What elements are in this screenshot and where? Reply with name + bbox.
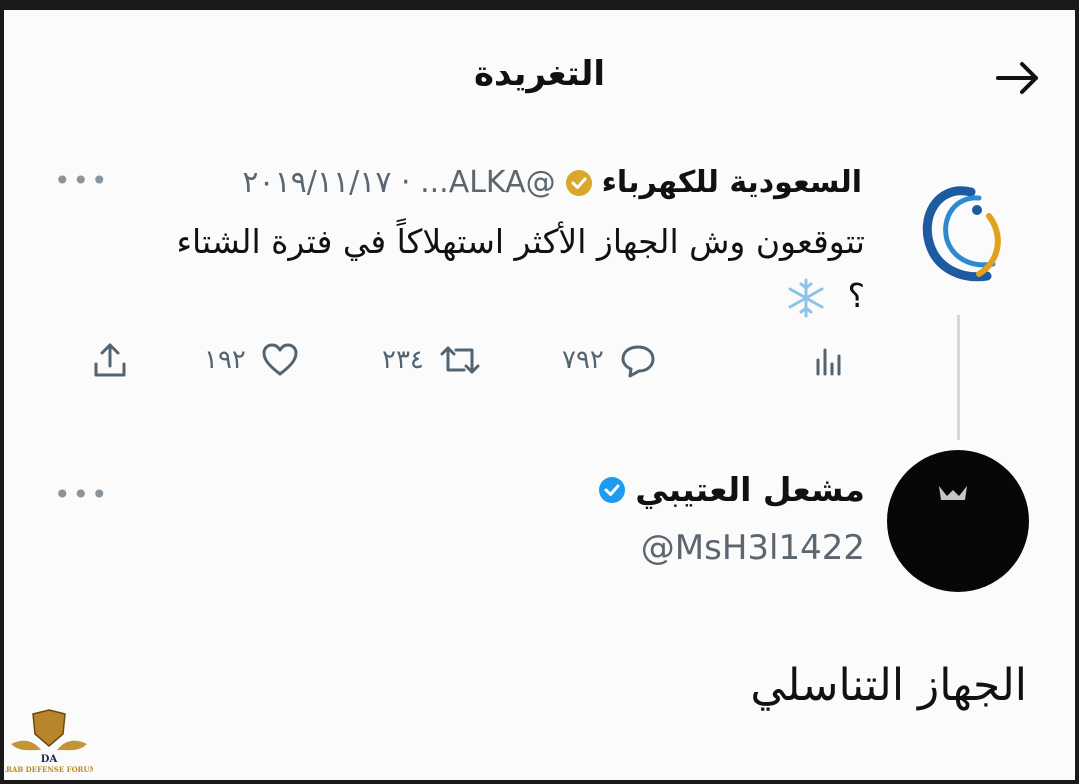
- like-count: ١٩٢: [204, 345, 246, 375]
- retweet-icon: [440, 346, 480, 374]
- back-button[interactable]: [990, 54, 1046, 102]
- tweet-header: السعودية للكهرباء @ALKA... · ٢٠١٩/١١/١٧: [242, 160, 862, 205]
- heart-icon: [262, 343, 298, 376]
- tweet-text: تتوقعون وش الجهاز الأكثر استهلاكاً في فت…: [165, 215, 865, 323]
- reply-handle[interactable]: @MsH3l1422: [641, 528, 865, 568]
- reply-author: مشعل العتيبي: [589, 470, 865, 509]
- tweet-screen: التغريدة السعودية للكهرباء @ALKA... · ٢٠…: [4, 10, 1075, 780]
- watermark-initials: DA: [41, 754, 58, 765]
- retweet-count: ٢٣٤: [382, 345, 424, 375]
- page-title: التغريدة: [473, 54, 606, 94]
- author-name[interactable]: السعودية للكهرباء: [602, 165, 862, 200]
- top-bar: التغريدة: [4, 10, 1075, 130]
- reply-author-name[interactable]: مشعل العتيبي: [635, 470, 865, 509]
- share-icon: [94, 343, 126, 377]
- forum-watermark: DA ARAB DEFENSE FORUM: [0, 700, 98, 780]
- forum-logo: DA ARAB DEFENSE FORUM: [0, 709, 98, 774]
- arrow-right-icon: [996, 62, 1038, 94]
- reply-avatar[interactable]: [887, 450, 1029, 592]
- company-logo-icon: [922, 186, 1001, 282]
- retweet-button[interactable]: ٢٣٤: [382, 340, 482, 380]
- analytics-icon: [816, 348, 841, 376]
- more-options-icon[interactable]: •••: [54, 164, 110, 197]
- share-button[interactable]: [90, 340, 130, 380]
- avatar-image-icon: [939, 486, 967, 500]
- tweet-body: تتوقعون وش الجهاز الأكثر استهلاكاً في فت…: [176, 222, 865, 315]
- snowflake-icon: [788, 278, 824, 317]
- views-button[interactable]: [808, 340, 848, 380]
- reply-count: ٧٩٢: [562, 345, 604, 375]
- watermark-text: ARAB DEFENSE FORUM: [5, 765, 93, 774]
- thread-line: [957, 315, 960, 440]
- reply-icon: [621, 345, 655, 378]
- handle-and-date: @ALKA... · ٢٠١٩/١١/١٧: [242, 165, 556, 200]
- like-button[interactable]: ١٩٢: [204, 340, 300, 380]
- blue-verified-badge-icon: [599, 476, 626, 503]
- gold-verified-badge-icon: [565, 169, 592, 196]
- reply-text: الجهاز التناسلي: [750, 660, 1027, 711]
- more-options-icon[interactable]: •••: [54, 478, 110, 511]
- avatar[interactable]: [909, 170, 1015, 290]
- reply-button[interactable]: ٧٩٢: [562, 340, 658, 380]
